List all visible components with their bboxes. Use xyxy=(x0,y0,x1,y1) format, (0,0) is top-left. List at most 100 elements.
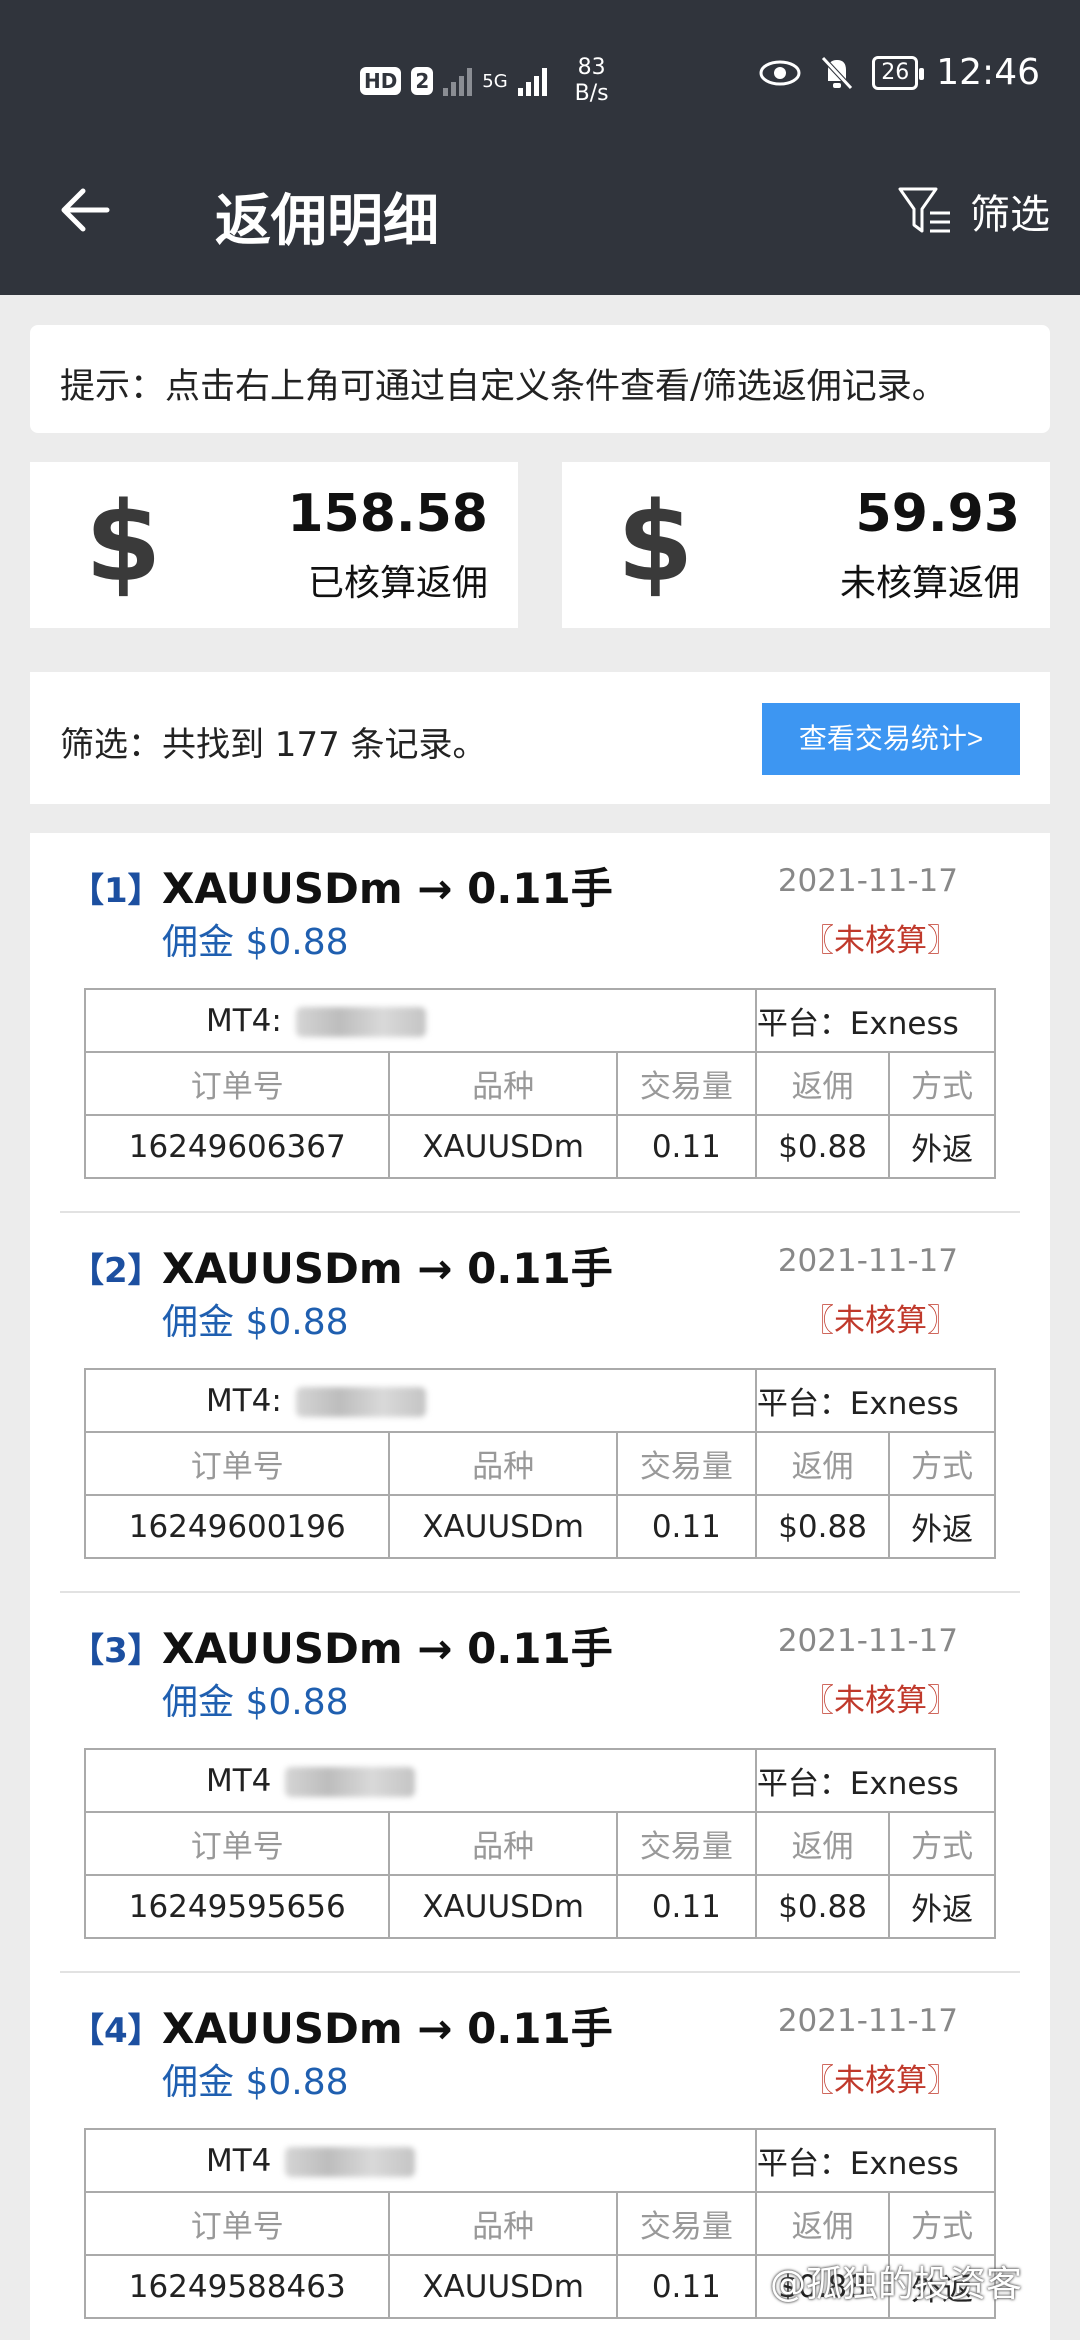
settled-rebate-value: 158.58 xyxy=(287,484,488,544)
cell-order: 16249588463 xyxy=(83,2254,391,2319)
speed-unit: B/s xyxy=(574,81,609,106)
settled-rebate-card: $ 158.58 已核算返佣 xyxy=(30,462,518,628)
col-order: 订单号 xyxy=(83,2191,391,2256)
clock: 12:46 xyxy=(936,52,1040,93)
col-method: 方式 xyxy=(888,1051,996,1116)
hd-icon: HD xyxy=(360,67,402,95)
back-arrow-icon[interactable] xyxy=(55,180,115,240)
record-table: MT4 平台：Exness 订单号 品种 交易量 返佣 方式 162495956… xyxy=(83,1748,997,1939)
mute-bell-icon xyxy=(821,55,854,90)
platform: 平台：Exness xyxy=(754,988,997,1053)
record-index: 【2】 xyxy=(70,1251,162,1291)
battery-icon: 26 xyxy=(872,55,925,90)
record-item[interactable]: 【3】 XAUUSDm → 0.11手 2021-11-17 佣金 $0.88 … xyxy=(60,1593,1020,1973)
record-status: 〖未核算〗 xyxy=(803,1303,958,1339)
unsettled-rebate-card: $ 59.93 未核算返佣 xyxy=(562,462,1050,628)
col-symbol: 品种 xyxy=(388,1811,618,1876)
cell-order: 16249595656 xyxy=(83,1874,391,1939)
record-index: 【4】 xyxy=(70,2011,162,2051)
mt4-label: MT4 xyxy=(206,2142,272,2179)
network-speed: 83 B/s xyxy=(575,55,609,107)
network-type-icon: 5G xyxy=(482,70,508,92)
cell-volume: 0.11 xyxy=(615,1114,757,1179)
record-table: MT4: 平台：Exness 订单号 品种 交易量 返佣 方式 16249606… xyxy=(83,988,997,1179)
record-date: 2021-11-17 xyxy=(777,2003,958,2039)
mt4-label: MT4: xyxy=(206,1382,282,1419)
cell-symbol: XAUUSDm xyxy=(388,1494,618,1559)
platform: 平台：Exness xyxy=(754,2128,997,2193)
record-commission: 佣金 $0.88 xyxy=(162,1302,349,1343)
col-symbol: 品种 xyxy=(388,1431,618,1496)
cell-method: 外返 xyxy=(888,1114,996,1179)
record-title: XAUUSDm → 0.11手 xyxy=(162,864,613,913)
cell-rebate: $0.88 xyxy=(754,1874,891,1939)
cell-order: 16249600196 xyxy=(83,1494,391,1559)
unsettled-rebate-label: 未核算返佣 xyxy=(839,563,1020,604)
cell-volume: 0.11 xyxy=(615,1494,757,1559)
record-commission: 佣金 $0.88 xyxy=(162,922,349,963)
signal-icon xyxy=(443,66,473,96)
filter-summary: 筛选：共找到 177 条记录。 查看交易统计> xyxy=(30,672,1050,804)
mt4-account: MT4 xyxy=(84,2128,757,2193)
col-rebate: 返佣 xyxy=(754,2191,891,2256)
record-index: 【1】 xyxy=(70,871,162,911)
blurred-account xyxy=(295,1007,426,1037)
cell-order: 16249606367 xyxy=(83,1114,391,1179)
col-order: 订单号 xyxy=(83,1431,391,1496)
record-date: 2021-11-17 xyxy=(777,863,958,899)
cell-volume: 0.11 xyxy=(615,2254,757,2319)
record-item[interactable]: 【1】 XAUUSDm → 0.11手 2021-11-17 佣金 $0.88 … xyxy=(60,833,1020,1213)
unsettled-rebate-value: 59.93 xyxy=(855,484,1020,544)
dollar-icon: $ xyxy=(85,478,162,606)
filter-icon xyxy=(898,187,950,233)
status-bar: HD 2 5G 83 B/s 26 12:46 xyxy=(0,0,1080,150)
mt4-account: MT4: xyxy=(84,1368,757,1433)
cell-method: 外返 xyxy=(888,1874,996,1939)
record-title: XAUUSDm → 0.11手 xyxy=(162,2004,613,2053)
cell-volume: 0.11 xyxy=(615,1874,757,1939)
record-status: 〖未核算〗 xyxy=(803,2063,958,2099)
filter-label: 筛选 xyxy=(970,192,1050,238)
nav-bar: 返佣明细 筛选 xyxy=(0,150,1080,295)
filter-button[interactable]: 筛选 xyxy=(896,182,1050,240)
record-item[interactable]: 【2】 XAUUSDm → 0.11手 2021-11-17 佣金 $0.88 … xyxy=(60,1213,1020,1593)
record-date: 2021-11-17 xyxy=(777,1623,958,1659)
record-count: 筛选：共找到 177 条记录。 xyxy=(60,725,487,765)
mt4-label: MT4 xyxy=(206,1762,272,1799)
speed-value: 83 xyxy=(577,55,606,80)
col-volume: 交易量 xyxy=(615,1051,757,1116)
page-title: 返佣明细 xyxy=(215,189,439,254)
view-trade-stats-button[interactable]: 查看交易统计> xyxy=(762,703,1020,775)
record-status: 〖未核算〗 xyxy=(803,923,958,959)
top-bar: HD 2 5G 83 B/s 26 12:46 返佣明细 筛选 xyxy=(0,0,1080,295)
cell-rebate: $0.88 xyxy=(754,1494,891,1559)
status-right: 26 12:46 xyxy=(758,52,1040,93)
record-date: 2021-11-17 xyxy=(777,1243,958,1279)
settled-rebate-label: 已核算返佣 xyxy=(307,563,488,604)
platform: 平台：Exness xyxy=(754,1748,997,1813)
col-rebate: 返佣 xyxy=(754,1431,891,1496)
record-title: XAUUSDm → 0.11手 xyxy=(162,1624,613,1673)
mt4-account: MT4: xyxy=(84,988,757,1053)
col-symbol: 品种 xyxy=(388,1051,618,1116)
col-order: 订单号 xyxy=(83,1811,391,1876)
col-method: 方式 xyxy=(888,2191,996,2256)
watermark: @孤独的投资客 xyxy=(770,2264,1023,2305)
col-rebate: 返佣 xyxy=(754,1051,891,1116)
col-method: 方式 xyxy=(888,1811,996,1876)
signal-strength-icon xyxy=(517,66,547,96)
col-rebate: 返佣 xyxy=(754,1811,891,1876)
blurred-account xyxy=(295,1387,426,1417)
col-volume: 交易量 xyxy=(615,1811,757,1876)
cell-symbol: XAUUSDm xyxy=(388,2254,618,2319)
record-list[interactable]: 【1】 XAUUSDm → 0.11手 2021-11-17 佣金 $0.88 … xyxy=(30,833,1050,2340)
cell-method: 外返 xyxy=(888,1494,996,1559)
record-index: 【3】 xyxy=(70,1631,162,1671)
cell-symbol: XAUUSDm xyxy=(388,1874,618,1939)
col-method: 方式 xyxy=(888,1431,996,1496)
eye-icon xyxy=(759,60,801,85)
mt4-account: MT4 xyxy=(84,1748,757,1813)
record-table: MT4: 平台：Exness 订单号 品种 交易量 返佣 方式 16249600… xyxy=(83,1368,997,1559)
record-commission: 佣金 $0.88 xyxy=(162,2062,349,2103)
platform: 平台：Exness xyxy=(754,1368,997,1433)
